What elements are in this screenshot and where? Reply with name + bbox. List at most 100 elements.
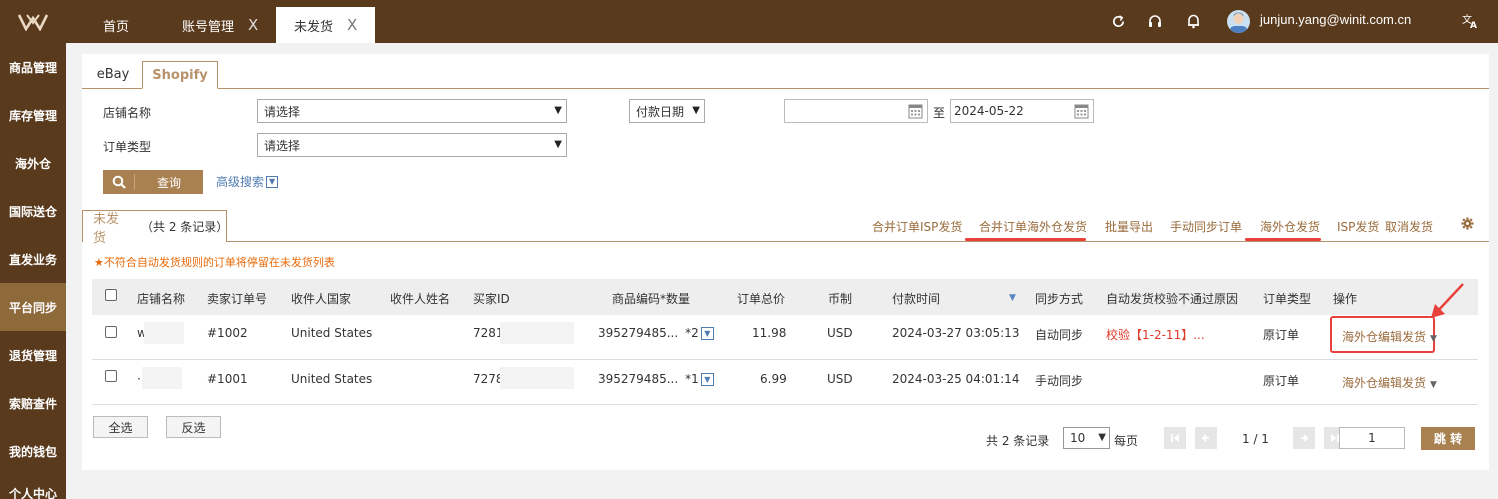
cancel-ship-button[interactable]: 取消发货 [1385, 218, 1433, 235]
row-divider [92, 404, 1478, 405]
cell-currency: USD [827, 326, 853, 340]
jump-button[interactable]: 跳 转 [1421, 427, 1475, 450]
winit-logo-icon[interactable] [0, 0, 66, 43]
column-header: 买家ID [473, 292, 510, 306]
invert-selection-button[interactable]: 反选 [166, 416, 221, 438]
date-type-select[interactable]: 付款日期 ▼ [629, 99, 705, 123]
avatar[interactable] [1227, 10, 1250, 33]
user-email[interactable]: junjun.yang@winit.com.cn [1260, 12, 1411, 27]
table-header: 店铺名称 卖家订单号 收件人国家 收件人姓名 买家ID 商品编码*数量 订单总价… [92, 279, 1478, 315]
manual-sync-button[interactable]: 手动同步订单 [1170, 218, 1242, 235]
redacted-block [500, 322, 574, 344]
query-button[interactable]: 查询 [103, 170, 203, 194]
tab-shopify[interactable]: Shopify [142, 61, 218, 89]
order-type-select[interactable]: 请选择 ▼ [257, 133, 567, 157]
close-icon[interactable]: X [347, 16, 357, 34]
cell-order-number[interactable]: #1002 [207, 326, 248, 340]
cell-total: 11.98 [752, 326, 787, 340]
select-all-checkbox[interactable] [105, 289, 117, 301]
total-records: 共 2 条记录 [986, 434, 1050, 448]
overseas-edit-ship-button[interactable]: 海外仓编辑发货 ▼ [1342, 328, 1437, 345]
per-page-label: 每页 [1114, 434, 1139, 448]
sidebar-item-claims[interactable]: 索赔查件 [0, 379, 66, 427]
redacted-block [500, 367, 574, 389]
cell-country: United States [291, 326, 373, 340]
redacted-block [142, 367, 182, 389]
close-icon[interactable]: X [248, 16, 258, 34]
date-to-input[interactable]: 2024-05-22 [950, 99, 1094, 123]
sidebar-item-direct-shipping[interactable]: 直发业务 [0, 235, 66, 283]
date-separator: 至 [933, 106, 946, 120]
sidebar-item-overseas-warehouse[interactable]: 海外仓 [0, 139, 66, 187]
column-header: 店铺名称 [137, 292, 186, 306]
isp-ship-button[interactable]: ISP发货 [1337, 218, 1379, 235]
prev-page-icon[interactable] [1195, 427, 1217, 449]
column-header: 商品编码*数量 [612, 292, 691, 306]
chevron-down-icon: ▼ [554, 139, 562, 150]
chevron-down-icon[interactable]: ▼ [700, 327, 714, 340]
headset-icon[interactable] [1146, 12, 1164, 30]
next-page-icon[interactable] [1293, 427, 1315, 449]
cell-paid-time: 2024-03-25 04:01:14 [892, 372, 1020, 386]
tab-ebay[interactable]: eBay [86, 61, 140, 89]
tab-home[interactable]: 首页 [103, 7, 129, 43]
tab-account-management[interactable]: 账号管理 X [182, 7, 258, 43]
column-header: 收件人国家 [291, 292, 352, 306]
refresh-icon[interactable] [1109, 12, 1127, 30]
date-from-input[interactable] [784, 99, 928, 123]
column-header: 收件人姓名 [390, 292, 451, 306]
chevron-down-icon: ▼ [554, 105, 562, 116]
translate-icon[interactable]: 文A [1461, 12, 1479, 30]
store-select[interactable]: 请选择 ▼ [257, 99, 567, 123]
row-checkbox[interactable] [105, 326, 117, 338]
select-all-button[interactable]: 全选 [93, 416, 148, 438]
merge-isp-ship-button[interactable]: 合并订单ISP发货 [872, 218, 962, 235]
advanced-search-link[interactable]: 高级搜索 ▼ [216, 173, 279, 190]
column-header: 自动发货校验不通过原因 [1106, 292, 1239, 306]
sidebar-item-products[interactable]: 商品管理 [0, 43, 66, 91]
row-divider [92, 359, 1478, 360]
star-icon: ★ [94, 256, 104, 269]
column-header: 同步方式 [1035, 292, 1084, 306]
row-checkbox[interactable] [105, 370, 117, 382]
first-page-icon[interactable] [1164, 427, 1186, 449]
cell-order-type: 原订单 [1263, 374, 1300, 388]
order-type-label: 订单类型 [103, 140, 152, 154]
sidebar-item-profile[interactable]: 个人中心 [0, 475, 66, 499]
sort-down-icon[interactable]: ▼ [1009, 293, 1016, 303]
cell-buyer-id: 7281 [473, 326, 504, 340]
search-icon [103, 174, 135, 190]
cell-paid-time: 2024-03-27 03:05:13 [892, 326, 1020, 340]
column-header: 订单类型 [1263, 292, 1312, 306]
page-size-select[interactable]: 10 ▼ [1063, 427, 1110, 449]
cell-order-number[interactable]: #1001 [207, 372, 248, 386]
sidebar-item-platform-sync[interactable]: 平台同步 [0, 283, 66, 331]
page-number-input[interactable]: 1 [1339, 427, 1405, 449]
redacted-block [144, 322, 184, 344]
tab-unshipped[interactable]: 未发货 X [276, 7, 375, 43]
bell-icon[interactable] [1184, 12, 1202, 30]
sidebar-item-intl-delivery[interactable]: 国际送仓 [0, 187, 66, 235]
svg-text:A: A [1470, 21, 1477, 29]
overseas-edit-ship-button[interactable]: 海外仓编辑发货 ▼ [1342, 374, 1437, 391]
sidebar-item-wallet[interactable]: 我的钱包 [0, 427, 66, 475]
page-info: 1 / 1 [1242, 432, 1269, 446]
highlight-underline [1245, 238, 1321, 241]
caret-down-icon[interactable]: ▼ [1430, 380, 1437, 390]
batch-export-button[interactable]: 批量导出 [1105, 218, 1153, 235]
store-label: 店铺名称 [103, 106, 152, 120]
platform-tab-divider [82, 88, 1489, 89]
tab-unshipped-orders[interactable]: 未发货 （共 2 条记录） [82, 210, 228, 246]
caret-down-icon[interactable]: ▼ [1430, 334, 1437, 344]
subtab-divider [227, 241, 1489, 242]
chevron-down-icon: ▼ [1098, 432, 1106, 443]
cell-order-type: 原订单 [1263, 328, 1300, 342]
cell-fail-reason[interactable]: 校验【1-2-11】... [1106, 326, 1205, 343]
notice-text: ★不符合自动发货规则的订单将停留在未发货列表 [94, 256, 335, 269]
merge-overseas-ship-button[interactable]: 合并订单海外仓发货 [979, 218, 1087, 235]
gear-icon[interactable] [1461, 217, 1474, 233]
overseas-ship-button[interactable]: 海外仓发货 [1260, 218, 1320, 235]
sidebar-item-inventory[interactable]: 库存管理 [0, 91, 66, 139]
chevron-down-icon[interactable]: ▼ [700, 373, 714, 386]
sidebar-item-returns[interactable]: 退货管理 [0, 331, 66, 379]
